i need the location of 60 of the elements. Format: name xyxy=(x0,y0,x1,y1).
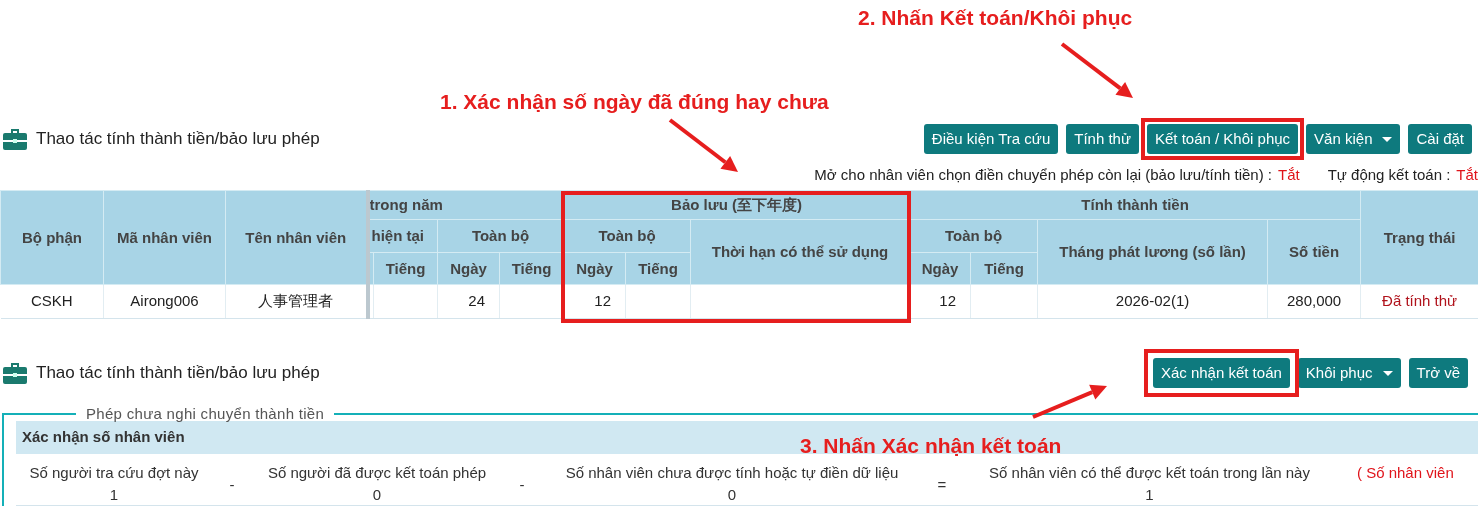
operator-sign: - xyxy=(519,476,525,493)
briefcase-icon xyxy=(3,362,27,384)
briefcase-icon xyxy=(3,128,27,150)
table-cell: 280,000 xyxy=(1267,284,1361,319)
annotation-text: 3. Nhấn Xác nhận kết toán xyxy=(800,433,1062,459)
column-header: Tiếng xyxy=(625,252,691,285)
column-header: Bộ phận xyxy=(0,190,104,285)
button[interactable]: Tính thử xyxy=(1066,124,1139,154)
button[interactable]: Trở về xyxy=(1408,358,1468,388)
table-cell: 24 xyxy=(437,284,500,319)
setting-label: Tự động kết toán : xyxy=(1327,164,1451,185)
section-legend: Phép chưa nghi chuyển thành tiền xyxy=(76,406,335,421)
column-header: trong năm xyxy=(367,190,564,220)
column-header: Tiếng xyxy=(373,252,438,285)
button[interactable]: Văn kiện xyxy=(1306,124,1401,154)
stat-label: Số người đã được kết toán phép xyxy=(267,463,487,483)
stat-value: 0 xyxy=(372,485,382,505)
annotation-text: 2. Nhấn Kết toán/Khôi phục xyxy=(858,5,1133,31)
stat-value: 1 xyxy=(1145,485,1154,505)
stat-label: Số nhân viên có thể được kết toán trong lần này xyxy=(989,463,1310,483)
column-header: Tên nhân viên xyxy=(225,190,368,285)
column-header: Toàn bộ xyxy=(437,219,564,253)
setting-label: Mở cho nhân viên chọn điền chuyển phép còn lại (bảo lưu/tính tiền) : xyxy=(814,164,1272,185)
column-header: Tính thành tiền xyxy=(909,190,1361,220)
table-cell: 12 xyxy=(909,284,971,319)
table-cell: CSKH xyxy=(0,284,104,319)
section-title: Thao tác tính thành tiền/bảo lưu phép xyxy=(36,362,320,385)
table-cell: 12 xyxy=(563,284,626,319)
note-text: ( Số nhân viên xyxy=(1357,463,1454,483)
column-header: Mã nhân viên xyxy=(103,190,226,285)
button[interactable]: Cài đặt xyxy=(1408,124,1472,154)
setting-value: Tắt xyxy=(1278,164,1300,185)
annotation-text: 1. Xác nhận số ngày đã đúng hay chưa xyxy=(440,89,829,115)
column-header: Tháng phát lương (số lần) xyxy=(1037,219,1268,285)
stat-label: Số người tra cứu đợt này xyxy=(29,463,199,483)
button[interactable]: Điều kiện Tra cứu xyxy=(923,124,1059,154)
setting-value: Tắt xyxy=(1456,164,1478,185)
column-header: Số tiền xyxy=(1267,219,1361,285)
stat-value: 0 xyxy=(727,485,737,505)
column-header: Ngày xyxy=(437,252,500,285)
column-header: Ngày xyxy=(909,252,971,285)
column-header: Trạng thái xyxy=(1360,190,1478,285)
column-header: Ngày xyxy=(563,252,626,285)
section-title: Thao tác tính thành tiền/bảo lưu phép xyxy=(36,128,320,151)
column-header: Tiếng xyxy=(970,252,1038,285)
button[interactable]: Khôi phục xyxy=(1297,358,1401,388)
operator-sign: = xyxy=(937,476,947,493)
annotation-arrow xyxy=(668,118,738,172)
stat-value: 1 xyxy=(109,485,119,505)
stat-label: Số nhân viên chưa được tính hoặc tự điền dữ liệu xyxy=(565,463,899,483)
table-cell: Airong006 xyxy=(103,284,226,319)
status-text: Đã tính thử xyxy=(1360,284,1478,319)
column-header: Thời hạn có thể sử dụng xyxy=(690,219,910,285)
button[interactable]: Xác nhận kết toán xyxy=(1152,358,1290,388)
button[interactable]: Kết toán / Khôi phục xyxy=(1147,124,1299,154)
table-cell: 人事管理者 xyxy=(225,284,368,319)
column-header: Toàn bộ xyxy=(563,219,691,253)
table-cell: 2026-02(1) xyxy=(1037,284,1268,319)
operator-sign: - xyxy=(229,476,235,493)
column-header: Toàn bộ xyxy=(909,219,1038,253)
